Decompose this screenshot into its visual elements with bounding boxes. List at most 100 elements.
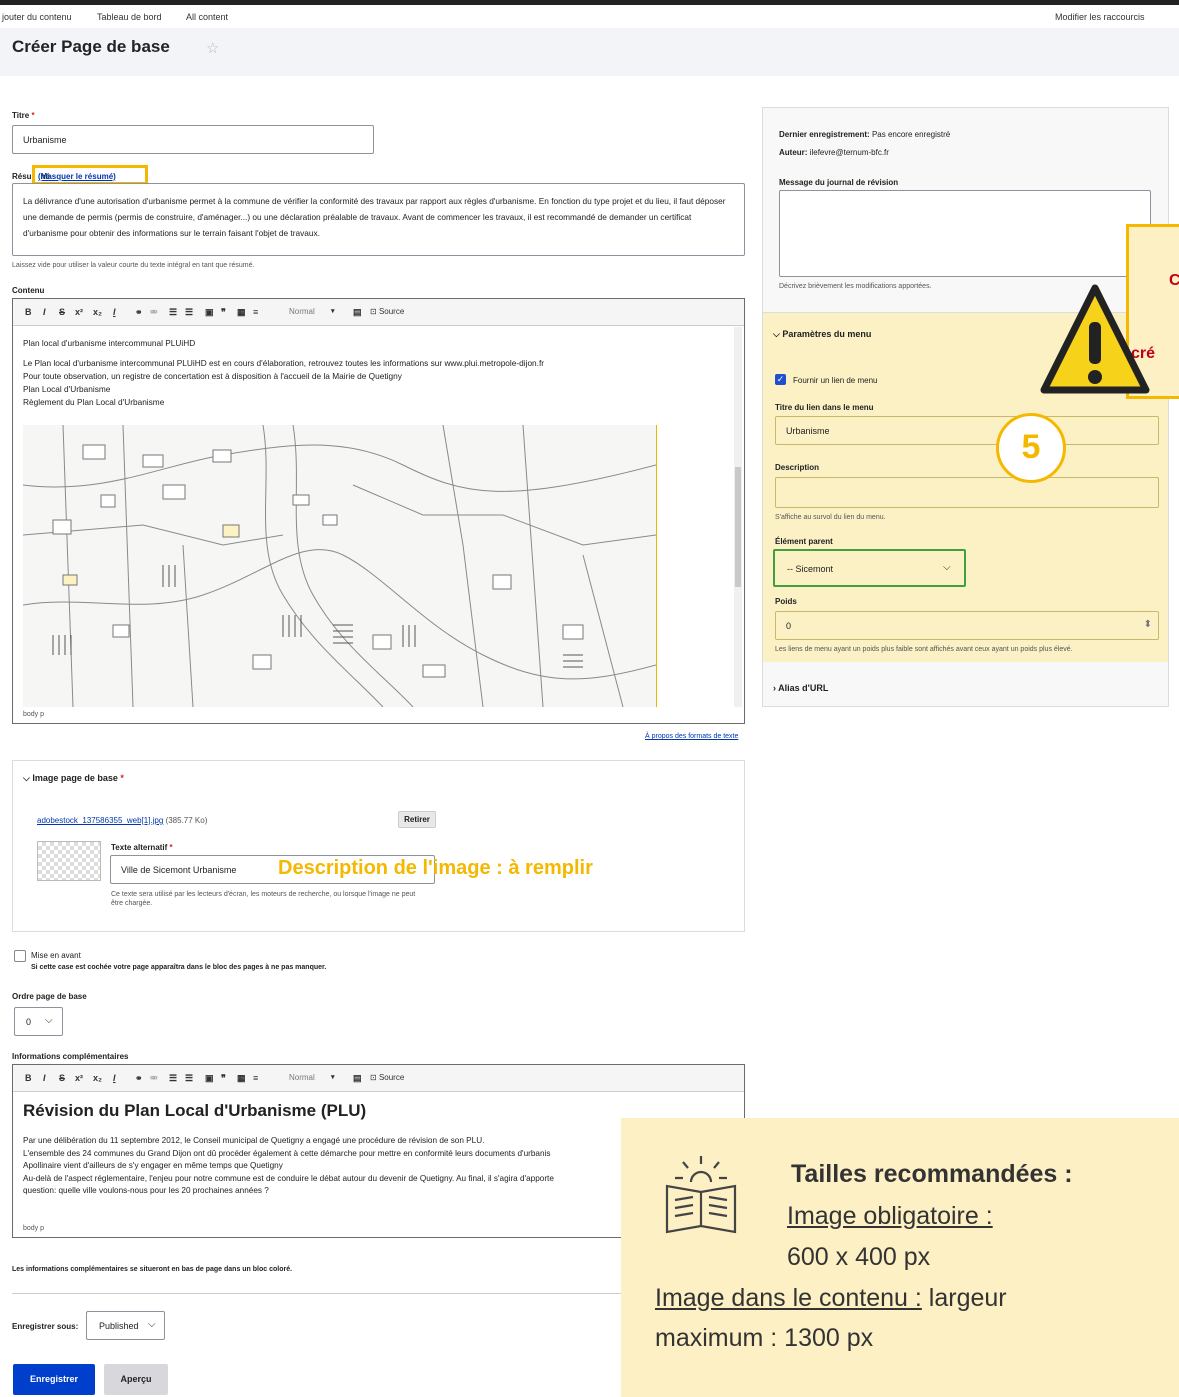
strike-button[interactable]: S <box>59 307 65 317</box>
scrollbar-thumb[interactable] <box>735 467 741 587</box>
admin-toolbar: jouter du contenu Tableau de bord All co… <box>0 0 1179 31</box>
toolbar-all-content[interactable]: All content <box>186 12 228 22</box>
menu-description-label: Description <box>775 463 820 472</box>
remove-format-icon[interactable]: I <box>113 307 116 317</box>
numbered-list-icon[interactable]: ☰ <box>185 1073 193 1084</box>
save-as-label: Enregistrer sous: <box>12 1322 79 1331</box>
horizontal-line-icon[interactable]: ≡ <box>253 307 258 317</box>
table-icon[interactable]: ▦ <box>237 1073 246 1084</box>
table-icon[interactable]: ▦ <box>237 307 246 318</box>
image-thumbnail <box>37 841 101 881</box>
remove-image-button[interactable]: Retirer <box>398 811 436 828</box>
superscript-button[interactable]: x² <box>75 307 83 317</box>
content-line: Plan local d'urbanisme intercommunal PLU… <box>23 338 196 348</box>
callout-text-top: C <box>1169 272 1179 289</box>
image-section-title[interactable]: ⌵ Image page de base * <box>23 773 124 784</box>
menu-title-input[interactable]: Urbanisme <box>775 416 1159 445</box>
bulleted-list-icon[interactable]: ☰ <box>169 1073 177 1084</box>
superscript-button[interactable]: x² <box>75 1073 83 1083</box>
blockquote-icon[interactable]: ❞ <box>221 1073 226 1084</box>
summary-textarea[interactable]: La délivrance d'une autorisation d'urban… <box>12 183 745 256</box>
recommended-sizes-box: Tailles recommandées : Image obligatoire… <box>621 1118 1179 1397</box>
image-icon[interactable]: ▣ <box>205 1073 214 1084</box>
italic-button[interactable]: I <box>43 307 46 317</box>
lightbulb-book-icon <box>665 1156 737 1234</box>
text-formats-link[interactable]: À propos des formats de texte <box>645 733 738 740</box>
format-select[interactable]: Normal <box>289 1073 315 1082</box>
tips-title: Tailles recommandées : <box>791 1160 1073 1188</box>
page-title: Créer Page de base <box>12 37 170 56</box>
link-icon[interactable]: ⚭ <box>135 1073 143 1084</box>
menu-title-label: Titre du lien dans le menu <box>775 403 874 412</box>
order-select[interactable]: 0 ⌵ <box>14 1007 63 1036</box>
source-button[interactable]: ⊡ Source <box>370 1073 404 1082</box>
format-select[interactable]: Normal <box>289 307 315 316</box>
link-icon[interactable]: ⚭ <box>135 307 143 318</box>
bold-button[interactable]: B <box>25 307 32 317</box>
strike-button[interactable]: S <box>59 1073 65 1083</box>
subscript-button[interactable]: x₂ <box>93 1073 102 1083</box>
title-label: Titre * <box>12 111 35 120</box>
unlink-icon[interactable]: ⚮ <box>150 1073 158 1084</box>
warning-icon <box>1040 284 1150 394</box>
content-body: Plan local d'urbanisme intercommunal PLU… <box>23 337 544 409</box>
horizontal-line-icon[interactable]: ≡ <box>253 1073 258 1083</box>
save-as-select[interactable]: Published ⌵ <box>86 1311 165 1340</box>
tips-required-label: Image obligatoire : <box>787 1202 993 1230</box>
remove-format-icon[interactable]: I <box>113 1073 116 1083</box>
toolbar-add-content[interactable]: jouter du contenu <box>2 12 72 22</box>
alt-help: Ce texte sera utilisé par les lecteurs d… <box>111 891 416 907</box>
editor-path: body p <box>23 1225 45 1232</box>
content-editor[interactable]: B I S x² x₂ I ⚭ ⚮ ☰ ☰ ▣ ❞ ▦ ≡ Normal ▾ ▤… <box>12 298 745 724</box>
content-label: Contenu <box>12 286 45 295</box>
media-icon[interactable]: ▤ <box>353 307 362 318</box>
featured-checkbox[interactable] <box>14 950 26 962</box>
extra-line: Au-delà de l'aspect réglementaire, l'enj… <box>23 1173 554 1183</box>
content-scrollbar[interactable] <box>734 327 742 707</box>
featured-help: Si cette case est cochée votre page appa… <box>31 964 327 971</box>
weight-input[interactable]: 0 ⬍ <box>775 611 1159 640</box>
preview-button[interactable]: Aperçu <box>104 1364 168 1395</box>
extra-line: question: quelle ville voulons-nous pour… <box>23 1186 269 1195</box>
tips-content-size: Image dans le contenu : largeur <box>655 1284 1007 1312</box>
bulleted-list-icon[interactable]: ☰ <box>169 307 177 318</box>
image-file-link[interactable]: adobestock_137586355_web[1].jpg <box>37 816 163 825</box>
italic-button[interactable]: I <box>43 1073 46 1083</box>
unlink-icon[interactable]: ⚮ <box>150 307 158 318</box>
content-map-image[interactable] <box>23 425 657 707</box>
last-saved: Dernier enregistrement: Pas encore enreg… <box>779 130 951 139</box>
content-editor-toolbar: B I S x² x₂ I ⚭ ⚮ ☰ ☰ ▣ ❞ ▦ ≡ Normal ▾ ▤… <box>13 299 744 326</box>
extra-line: L'ensemble des 24 communes du Grand Dijo… <box>23 1148 551 1158</box>
bold-button[interactable]: B <box>25 1073 32 1083</box>
sidebar: Dernier enregistrement: Pas encore enreg… <box>762 107 1169 707</box>
menu-settings-toggle[interactable]: ⌵ Paramètres du menu <box>773 329 871 340</box>
weight-label: Poids <box>775 597 797 606</box>
summary-toggle-link[interactable]: (Masquer le résumé) <box>38 172 116 181</box>
format-select-chevron-icon[interactable]: ▾ <box>331 307 335 315</box>
extra-editor-toolbar: B I S x² x₂ I ⚭ ⚮ ☰ ☰ ▣ ❞ ▦ ≡ Normal ▾ ▤… <box>13 1065 744 1092</box>
featured-label: Mise en avant <box>31 951 81 960</box>
menu-link-checkbox[interactable]: ✓ <box>775 374 786 385</box>
blockquote-icon[interactable]: ❞ <box>221 307 226 318</box>
revision-textarea[interactable] <box>779 190 1151 277</box>
media-icon[interactable]: ▤ <box>353 1073 362 1084</box>
subscript-button[interactable]: x₂ <box>93 307 102 317</box>
numbered-list-icon[interactable]: ☰ <box>185 307 193 318</box>
image-icon[interactable]: ▣ <box>205 307 214 318</box>
format-select-chevron-icon[interactable]: ▾ <box>331 1073 335 1081</box>
stepper-icon[interactable]: ⬍ <box>1144 619 1152 630</box>
extra-heading: Révision du Plan Local d'Urbanisme (PLU) <box>23 1101 367 1120</box>
parent-select[interactable]: -- Sicemont ⌵ <box>773 549 966 587</box>
save-button[interactable]: Enregistrer <box>13 1364 95 1395</box>
revision-label: Message du journal de révision <box>779 178 899 187</box>
toolbar-dashboard[interactable]: Tableau de bord <box>97 12 162 22</box>
map-drawing <box>23 425 656 707</box>
menu-description-input[interactable] <box>775 477 1159 508</box>
toolbar-shortcuts[interactable]: Modifier les raccourcis <box>1055 12 1145 22</box>
source-button[interactable]: ⊡ Source <box>370 307 404 316</box>
chevron-down-icon: ⌵ <box>45 1015 53 1026</box>
url-alias-toggle[interactable]: › Alias d'URL <box>773 683 828 693</box>
author: Auteur: ilefevre@ternum-bfc.fr <box>779 148 889 157</box>
star-icon[interactable]: ☆ <box>206 39 219 57</box>
title-input[interactable]: Urbanisme <box>12 125 374 154</box>
